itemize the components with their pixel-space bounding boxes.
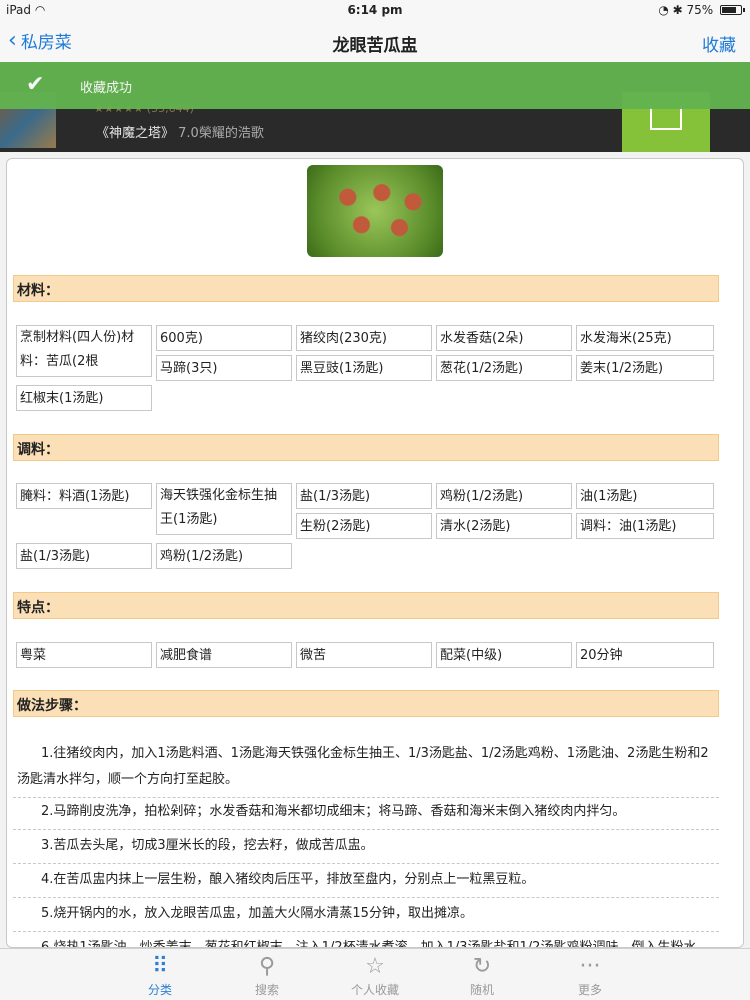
feature-cell: 配菜(中级)	[436, 642, 572, 668]
seasoning-cell: 生粉(2汤匙)	[296, 513, 432, 539]
step-text: 4.在苦瓜盅内抹上一层生粉，酿入猪绞肉后压平，排放至盘内，分别点上一粒黑豆粒。	[41, 872, 535, 887]
feature-cell: 20分钟	[576, 642, 714, 668]
refresh-icon: ↻	[472, 954, 492, 979]
toast-message: 收藏成功	[80, 81, 133, 96]
step-text: 6.烧热1汤匙油，炒香姜末、葱花和红椒末，注入1/2杯清水煮滚，加入1/3汤匙盐…	[41, 940, 697, 948]
section-header-features: 特点：	[13, 592, 719, 619]
status-time: 6:14 pm	[347, 3, 403, 17]
material-cell: 黑豆豉(1汤匙)	[296, 355, 432, 381]
seasoning-cell: 腌料：料酒(1汤匙)	[16, 483, 152, 509]
more-icon: ···	[579, 954, 601, 979]
feature-cell: 微苦	[296, 642, 432, 668]
success-toast: ✔ 收藏成功	[0, 62, 750, 109]
favorite-button[interactable]: 收藏	[702, 31, 736, 56]
seasoning-cell: 油(1汤匙)	[576, 483, 714, 509]
feature-cell: 粤菜	[16, 642, 152, 668]
recipe-card: 材料： 烹制材料(四人份)材料：苦瓜(2根 600克) 猪绞肉(230克) 水发…	[6, 158, 744, 948]
tab-search[interactable]: ⚲ 搜索	[222, 953, 312, 998]
step-item: 5.烧开锅内的水，放入龙眼苦瓜盅，加盖大火隔水清蒸15分钟，取出摊凉。	[13, 897, 719, 932]
material-cell: 水发海米(25克)	[576, 325, 714, 351]
tab-label: 个人收藏	[350, 983, 399, 997]
step-item: 2.马蹄削皮洗净，拍松剁碎；水发香菇和海米都切成细末；将马蹄、香菇和海米末倒入猪…	[13, 795, 719, 830]
tab-label: 搜索	[254, 983, 279, 997]
status-bar: iPad ◠ 6:14 pm ◔ ✱ 75%	[0, 0, 750, 22]
seasoning-cell: 海天铁强化金标生抽王(1汤匙)	[156, 483, 292, 535]
tab-favorites[interactable]: ☆ 个人收藏	[330, 953, 420, 998]
step-item: 4.在苦瓜盅内抹上一层生粉，酿入猪绞肉后压平，排放至盘内，分别点上一粒黑豆粒。	[13, 863, 719, 898]
material-cell: 烹制材料(四人份)材料：苦瓜(2根	[16, 325, 152, 377]
seasoning-cell: 鸡粉(1/2汤匙)	[436, 483, 572, 509]
tab-more[interactable]: ··· 更多	[545, 953, 635, 998]
status-icons: ◔ ✱	[658, 3, 683, 17]
step-item: 1.往猪绞肉内，加入1汤匙料酒、1汤匙海天铁强化金标生抽王、1/3汤匙盐、1/2…	[13, 737, 719, 798]
material-cell: 姜末(1/2汤匙)	[576, 355, 714, 381]
star-icon: ☆	[365, 954, 385, 979]
ad-title: 《神魔之塔》	[96, 126, 175, 141]
tab-bar: ⠿ 分类 ⚲ 搜索 ☆ 个人收藏 ↻ 随机 ··· 更多	[0, 948, 750, 1000]
step-text: 2.马蹄削皮洗净，拍松剁碎；水发香菇和海米都切成细末；将马蹄、香菇和海米末倒入猪…	[41, 804, 626, 819]
seasoning-cell: 盐(1/3汤匙)	[296, 483, 432, 509]
check-icon: ✔	[26, 72, 45, 97]
page-title: 龙眼苦瓜盅	[332, 36, 418, 56]
seasoning-cell: 盐(1/3汤匙)	[16, 543, 152, 569]
ad-text: 《神魔之塔》 7.0榮耀的浩歌	[96, 122, 264, 141]
step-text: 5.烧开锅内的水，放入龙眼苦瓜盅，加盖大火隔水清蒸15分钟，取出摊凉。	[41, 906, 473, 921]
tab-label: 更多	[577, 983, 602, 997]
battery-icon	[720, 5, 745, 15]
tab-category[interactable]: ⠿ 分类	[115, 953, 205, 998]
material-cell: 猪绞肉(230克)	[296, 325, 432, 351]
search-icon: ⚲	[258, 954, 276, 979]
material-cell: 水发香菇(2朵)	[436, 325, 572, 351]
battery-percent: 75%	[686, 3, 714, 17]
step-item: 6.烧热1汤匙油，炒香姜末、葱花和红椒末，注入1/2杯清水煮滚，加入1/3汤匙盐…	[13, 931, 719, 948]
download-icon	[650, 106, 682, 130]
navigation-bar: ‹ 私房菜 龙眼苦瓜盅 收藏	[0, 22, 750, 62]
step-text: 3.苦瓜去头尾，切成3厘米长的段，挖去籽，做成苦瓜盅。	[41, 838, 374, 853]
section-header-seasoning: 调料：	[13, 434, 719, 461]
tab-label: 随机	[469, 983, 494, 997]
ad-subtitle: 7.0榮耀的浩歌	[178, 126, 264, 141]
material-cell: 红椒末(1汤匙)	[16, 385, 152, 411]
status-right: ◔ ✱ 75%	[658, 3, 745, 17]
grid-icon: ⠿	[151, 954, 169, 979]
feature-cell: 减肥食谱	[156, 642, 292, 668]
section-header-materials: 材料：	[13, 275, 719, 302]
step-item: 3.苦瓜去头尾，切成3厘米长的段，挖去籽，做成苦瓜盅。	[13, 829, 719, 864]
material-cell: 葱花(1/2汤匙)	[436, 355, 572, 381]
seasoning-cell: 调料：油(1汤匙)	[576, 513, 714, 539]
material-cell: 马蹄(3只)	[156, 355, 292, 381]
step-text: 1.往猪绞肉内，加入1汤匙料酒、1汤匙海天铁强化金标生抽王、1/3汤匙盐、1/2…	[17, 746, 709, 787]
section-header-steps: 做法步骤：	[13, 690, 719, 717]
seasoning-cell: 清水(2汤匙)	[436, 513, 572, 539]
seasoning-cell: 鸡粉(1/2汤匙)	[156, 543, 292, 569]
tab-random[interactable]: ↻ 随机	[437, 953, 527, 998]
tab-label: 分类	[147, 983, 172, 997]
material-cell: 600克)	[156, 325, 292, 351]
dish-image	[307, 165, 443, 257]
